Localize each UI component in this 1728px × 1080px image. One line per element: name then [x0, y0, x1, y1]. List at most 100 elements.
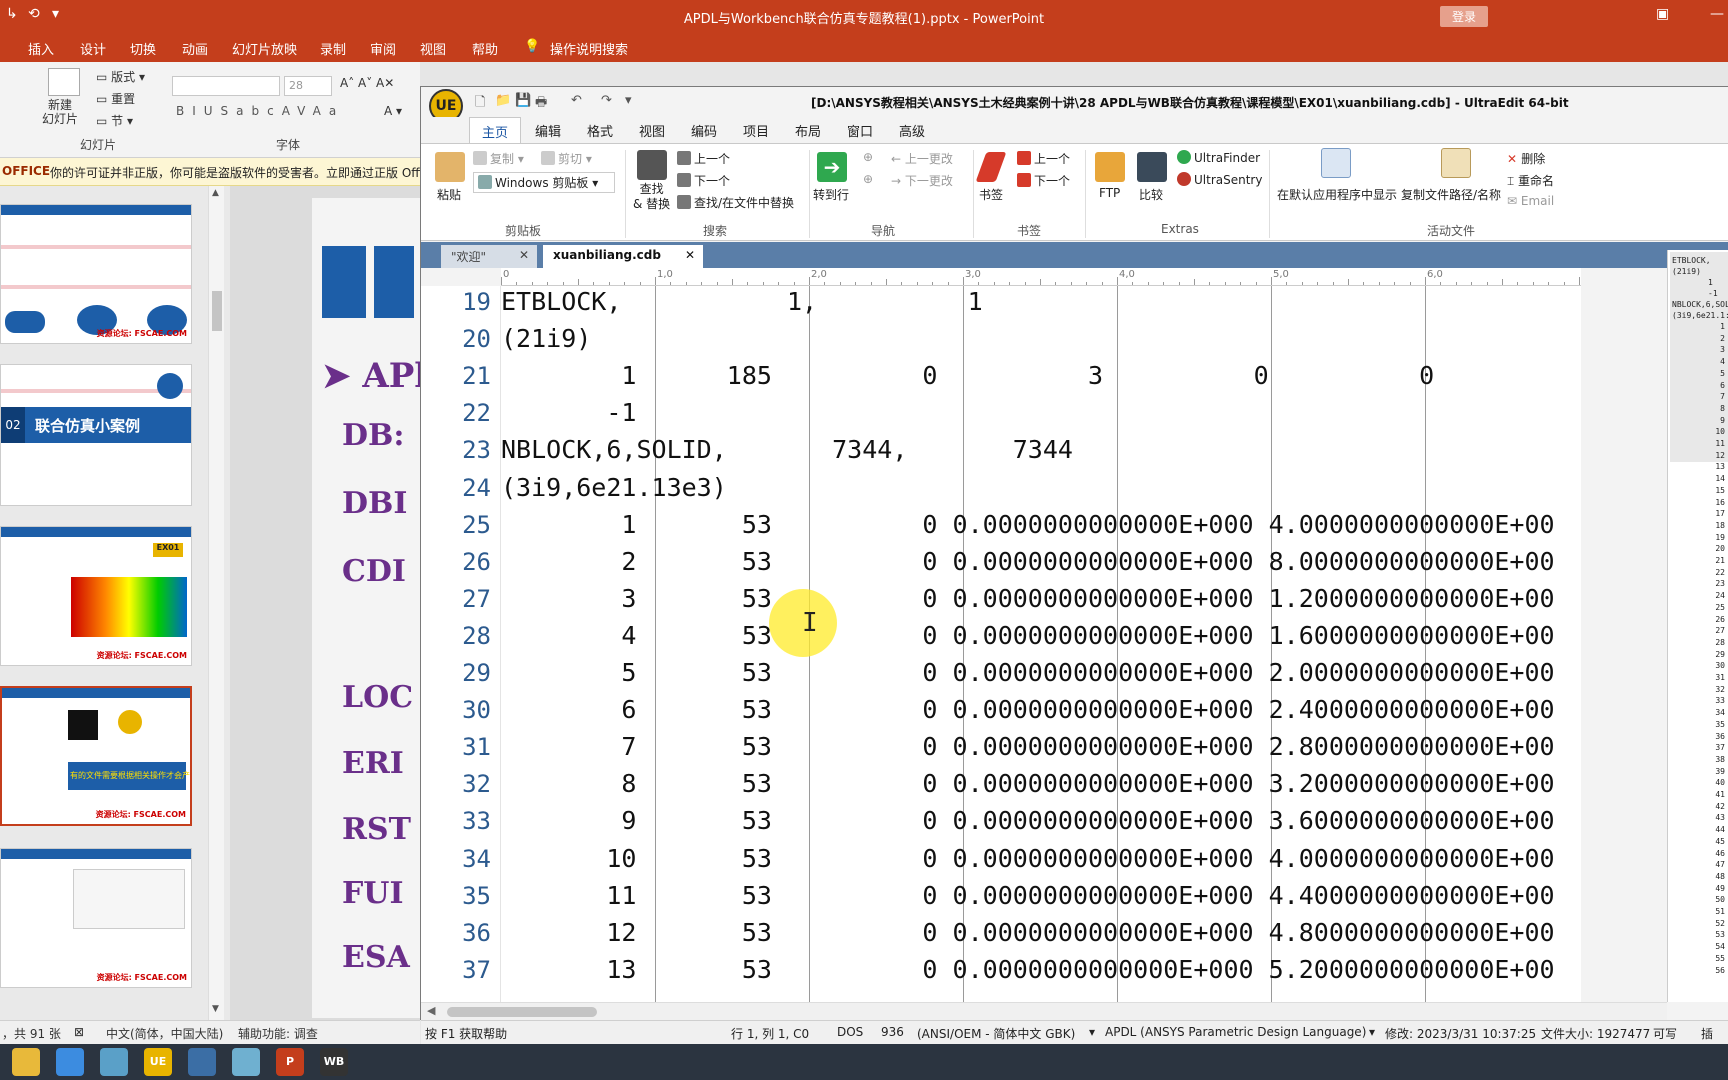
tab-edit[interactable]: 编辑	[535, 121, 561, 140]
powerpoint-icon[interactable]: P	[276, 1048, 304, 1076]
code-line[interactable]: 13 53 0 0.0000000000000E+000 5.200000000…	[501, 955, 1554, 984]
save-file-icon[interactable]: 💾	[515, 93, 531, 108]
slide-thumbnail[interactable]: EX01 资源论坛: FSCAE.COM	[0, 526, 192, 666]
line-number[interactable]: 21	[421, 362, 491, 390]
line-number[interactable]: 28	[421, 622, 491, 650]
code-line[interactable]: 11 53 0 0.0000000000000E+000 4.400000000…	[501, 881, 1554, 910]
ultraedit-icon[interactable]: UE	[144, 1048, 172, 1076]
syntax-highlight[interactable]: APDL (ANSYS Parametric Design Language)	[1105, 1025, 1366, 1039]
new-file-icon[interactable]: 🗋	[475, 93, 485, 115]
tab-xuanbiliang[interactable]: xuanbiliang.cdb ✕	[543, 245, 703, 268]
tab-animations[interactable]: 动画	[182, 39, 208, 58]
thumbnail-scrollbar[interactable]: ▲ ▼	[208, 186, 224, 1020]
chrome-icon[interactable]	[56, 1048, 84, 1076]
writable-status[interactable]: 可写	[1653, 1025, 1677, 1042]
code-line[interactable]: 4 53 0 0.0000000000000E+000 1.6000000000…	[501, 621, 1554, 650]
tab-project[interactable]: 项目	[743, 121, 769, 140]
goto-line-button[interactable]: 转到行	[813, 186, 849, 203]
close-tab-icon[interactable]: ✕	[519, 248, 529, 262]
tab-transitions[interactable]: 切换	[130, 39, 156, 58]
insert-mode[interactable]: 插	[1701, 1025, 1713, 1042]
tab-advanced[interactable]: 高级	[899, 121, 925, 140]
cursor-position[interactable]: 行 1, 列 1, C0	[731, 1025, 809, 1042]
code-line[interactable]: 8 53 0 0.0000000000000E+000 3.2000000000…	[501, 769, 1554, 798]
code-line[interactable]: 5 53 0 0.0000000000000E+000 2.0000000000…	[501, 658, 1554, 687]
line-number[interactable]: 24	[421, 474, 491, 502]
section-button[interactable]: ▭ 节 ▾	[96, 112, 133, 129]
slide-thumbnail[interactable]: 资源论坛: FSCAE.COM	[0, 204, 192, 344]
tab-encoding[interactable]: 编码	[691, 121, 717, 140]
tab-help[interactable]: 帮助	[472, 39, 498, 58]
code-line[interactable]: ETBLOCK, 1, 1	[501, 287, 983, 316]
compare-button[interactable]: 比较	[1139, 186, 1163, 203]
text-editor[interactable]: I ETBLOCK, 1, 1 (21i9) 1 185 0 3 0 0 0 -1…	[501, 286, 1581, 1002]
copy-path-button[interactable]: 复制文件路径/名称	[1401, 186, 1501, 203]
ftp-button[interactable]: FTP	[1099, 186, 1120, 200]
proofing-icon[interactable]: ⊠	[74, 1025, 84, 1039]
open-default-button[interactable]: 在默认应用程序中显示	[1277, 186, 1397, 203]
slide-thumbnail[interactable]: 资源论坛: FSCAE.COM	[0, 848, 192, 988]
find-replace-button[interactable]: 查找 & 替换	[633, 182, 670, 212]
line-number[interactable]: 34	[421, 845, 491, 873]
tab-format[interactable]: 格式	[587, 121, 613, 140]
bookmark-button[interactable]: 书签	[979, 186, 1003, 203]
code-line[interactable]: 1 53 0 0.0000000000000E+000 4.0000000000…	[501, 510, 1554, 539]
bookmark-prev-button[interactable]: 上一个	[1017, 150, 1070, 167]
file-explorer-icon[interactable]	[12, 1048, 40, 1076]
print-icon[interactable]: 🖶	[535, 93, 547, 115]
ultrafinder-button[interactable]: UltraFinder	[1177, 150, 1260, 165]
slide-thumbnail-pane[interactable]: 资源论坛: FSCAE.COM 02 联合仿真小案例 EX01 资源论坛: FS…	[0, 186, 230, 1020]
code-line[interactable]: 9 53 0 0.0000000000000E+000 3.6000000000…	[501, 806, 1554, 835]
line-number[interactable]: 19	[421, 288, 491, 316]
forward-icon[interactable]: ⊕	[863, 172, 873, 186]
code-line[interactable]: 10 53 0 0.0000000000000E+000 4.000000000…	[501, 844, 1554, 873]
paste-button[interactable]: 粘贴	[437, 186, 461, 203]
tab-layout[interactable]: 布局	[795, 121, 821, 140]
tab-welcome[interactable]: "欢迎" ✕	[441, 245, 537, 268]
tab-view[interactable]: 视图	[420, 39, 446, 58]
line-number[interactable]: 26	[421, 548, 491, 576]
encoding[interactable]: (ANSI/OEM - 简体中文 GBK)	[917, 1025, 1075, 1042]
font-color-icon[interactable]: A ▾	[384, 104, 402, 118]
line-number[interactable]: 22	[421, 399, 491, 427]
line-number[interactable]: 33	[421, 807, 491, 835]
tab-insert[interactable]: 插入	[28, 39, 54, 58]
code-line[interactable]: 3 53 0 0.0000000000000E+000 1.2000000000…	[501, 584, 1554, 613]
line-number[interactable]: 35	[421, 882, 491, 910]
accessibility-status[interactable]: 辅助功能: 调查	[238, 1025, 318, 1042]
line-number[interactable]: 37	[421, 956, 491, 984]
tab-slideshow[interactable]: 幻灯片放映	[232, 39, 297, 58]
code-line[interactable]: -1	[501, 398, 636, 427]
ultrasentry-button[interactable]: UltraSentry	[1177, 172, 1262, 187]
line-number[interactable]: 27	[421, 585, 491, 613]
code-line[interactable]: 2 53 0 0.0000000000000E+000 8.0000000000…	[501, 547, 1554, 576]
scroll-down-icon[interactable]: ▼	[212, 1004, 219, 1014]
copy-button[interactable]: 复制 ▾	[473, 150, 524, 167]
email-button[interactable]: ✉ Email	[1507, 194, 1554, 208]
code-line[interactable]: 1 185 0 3 0 0 0	[501, 361, 1581, 390]
codepage[interactable]: 936	[881, 1025, 904, 1039]
prev-change-button[interactable]: ← 上一更改	[891, 150, 953, 167]
tab-home[interactable]: 主页	[469, 117, 522, 143]
slide-thumbnail-selected[interactable]: 有的文件需要根据相关操作才会产生 资源论坛: FSCAE.COM	[0, 686, 192, 826]
line-number[interactable]: 23	[421, 436, 491, 464]
font-name-input[interactable]	[172, 76, 280, 96]
tab-review[interactable]: 审阅	[370, 39, 396, 58]
slide-thumbnail[interactable]: 02 联合仿真小案例	[0, 364, 192, 506]
minimize-icon[interactable]: —	[1710, 6, 1724, 22]
ribbon-display-icon[interactable]: ▣	[1656, 6, 1669, 22]
code-line[interactable]: (3i9,6e21.13e3)	[501, 473, 727, 502]
tab-view[interactable]: 视图	[639, 121, 665, 140]
scroll-left-icon[interactable]: ◀	[427, 1004, 435, 1017]
code-line[interactable]: 6 53 0 0.0000000000000E+000 2.4000000000…	[501, 695, 1554, 724]
ultraedit-window[interactable]: UE 🗋 📁 💾 🖶 ↶ ↷ ▾ [D:\ANSYS教程相关\ANSYS土木经典…	[420, 86, 1728, 1020]
find-next-button[interactable]: 下一个	[677, 172, 730, 189]
rename-button[interactable]: ⌶ 重命名	[1507, 172, 1554, 189]
ansys-icon[interactable]	[188, 1048, 216, 1076]
find-prev-button[interactable]: 上一个	[677, 150, 730, 167]
tab-design[interactable]: 设计	[80, 39, 106, 58]
line-number[interactable]: 25	[421, 511, 491, 539]
line-number-gutter[interactable]: 19 20 21 22 23 24 25 26 27 28 29 30 31 32 33 34 35 36 37	[421, 286, 501, 1002]
language-status[interactable]: 中文(简体，中国大陆)	[106, 1025, 223, 1042]
increase-font-icon[interactable]: A˄ A˅ A✕	[340, 76, 394, 90]
